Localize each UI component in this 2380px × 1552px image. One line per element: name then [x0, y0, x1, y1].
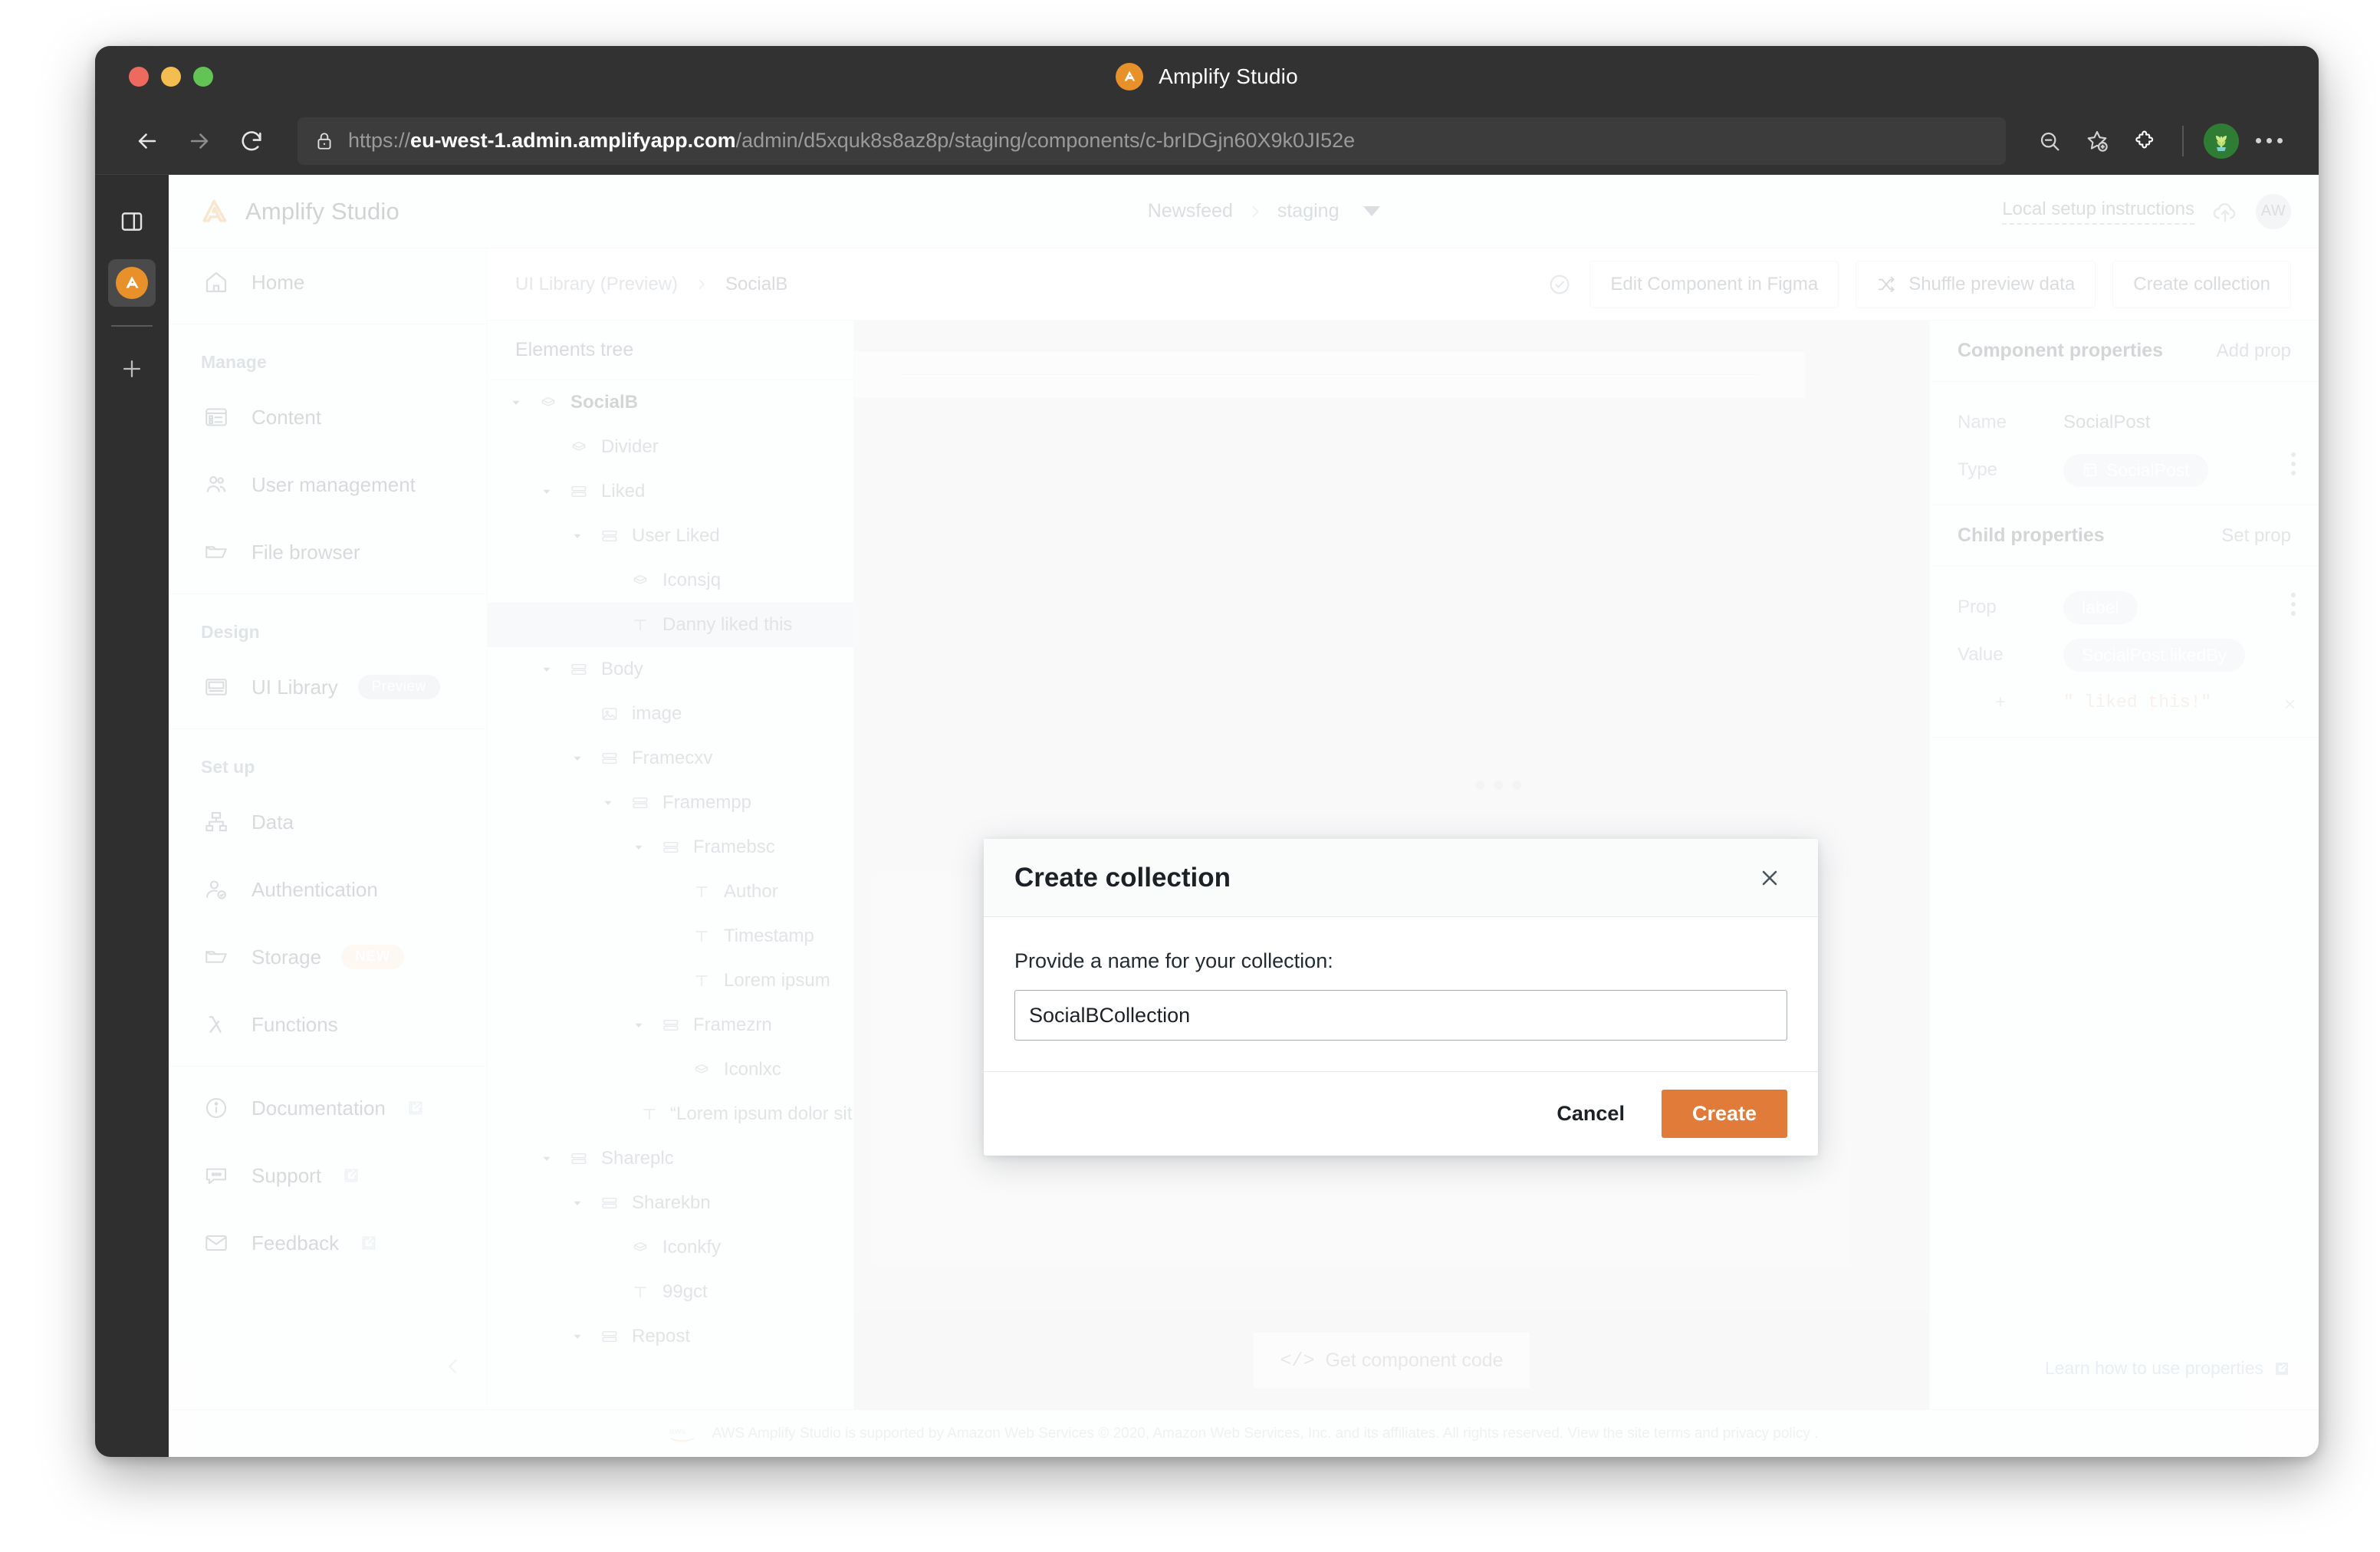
reload-icon[interactable] — [225, 115, 278, 167]
forward-arrow-icon[interactable] — [173, 115, 225, 167]
maximize-window-button[interactable] — [193, 67, 213, 87]
address-bar[interactable]: https://eu-west-1.admin.amplifyapp.com/a… — [298, 117, 2006, 165]
create-button[interactable]: Create — [1661, 1090, 1787, 1138]
url-text: https://eu-west-1.admin.amplifyapp.com/a… — [348, 129, 1355, 153]
zoom-out-icon[interactable] — [2026, 117, 2073, 165]
rail-divider — [111, 325, 153, 327]
dialog-header: Create collection — [984, 839, 1818, 917]
sidebar-item-amplify-app[interactable] — [108, 259, 156, 307]
desktop-background: Amplify Studio https://eu-west-1.admin.a… — [0, 0, 2380, 1552]
browser-side-rail — [95, 175, 169, 1457]
application-body: Amplify Studio Newsfeed staging Local se… — [95, 175, 2319, 1457]
window-title-group: Amplify Studio — [1116, 63, 1298, 90]
amplify-logo-icon — [1116, 63, 1144, 90]
back-arrow-icon[interactable] — [121, 115, 173, 167]
add-icon[interactable] — [108, 345, 156, 393]
more-options-icon[interactable] — [2245, 117, 2293, 165]
lock-icon — [314, 131, 334, 151]
browser-window: Amplify Studio https://eu-west-1.admin.a… — [95, 46, 2319, 1457]
extensions-puzzle-icon[interactable] — [2121, 117, 2168, 165]
close-icon[interactable] — [1752, 860, 1787, 896]
close-window-button[interactable] — [129, 67, 149, 87]
add-bookmark-icon[interactable] — [2073, 117, 2121, 165]
toolbar-divider — [2182, 125, 2184, 156]
window-titlebar: Amplify Studio — [95, 46, 2319, 107]
profile-avatar-icon[interactable] — [2198, 117, 2245, 165]
window-controls[interactable] — [129, 67, 213, 87]
dialog-footer: Cancel Create — [984, 1071, 1818, 1156]
browser-toolbar: https://eu-west-1.admin.amplifyapp.com/a… — [95, 107, 2319, 175]
amplify-studio-page: Amplify Studio Newsfeed staging Local se… — [169, 175, 2319, 1457]
tab-manager-icon[interactable] — [108, 198, 156, 245]
dialog-title: Create collection — [1014, 862, 1231, 893]
url-scheme: https:// — [348, 129, 411, 152]
collection-name-label: Provide a name for your collection: — [1014, 949, 1333, 972]
cancel-button[interactable]: Cancel — [1543, 1094, 1639, 1133]
dialog-body: Provide a name for your collection: — [984, 917, 1818, 1071]
amplify-app-icon — [116, 267, 148, 299]
minimize-window-button[interactable] — [161, 67, 181, 87]
collection-name-input[interactable] — [1014, 990, 1787, 1041]
url-host: eu-west-1.admin.amplifyapp.com — [410, 129, 736, 152]
modal-scrim — [169, 175, 2319, 1457]
url-path: /admin/d5xquk8s8az8p/staging/components/… — [735, 129, 1356, 152]
window-title: Amplify Studio — [1159, 64, 1298, 88]
create-collection-dialog: Create collection Provide a name for you… — [984, 839, 1818, 1156]
